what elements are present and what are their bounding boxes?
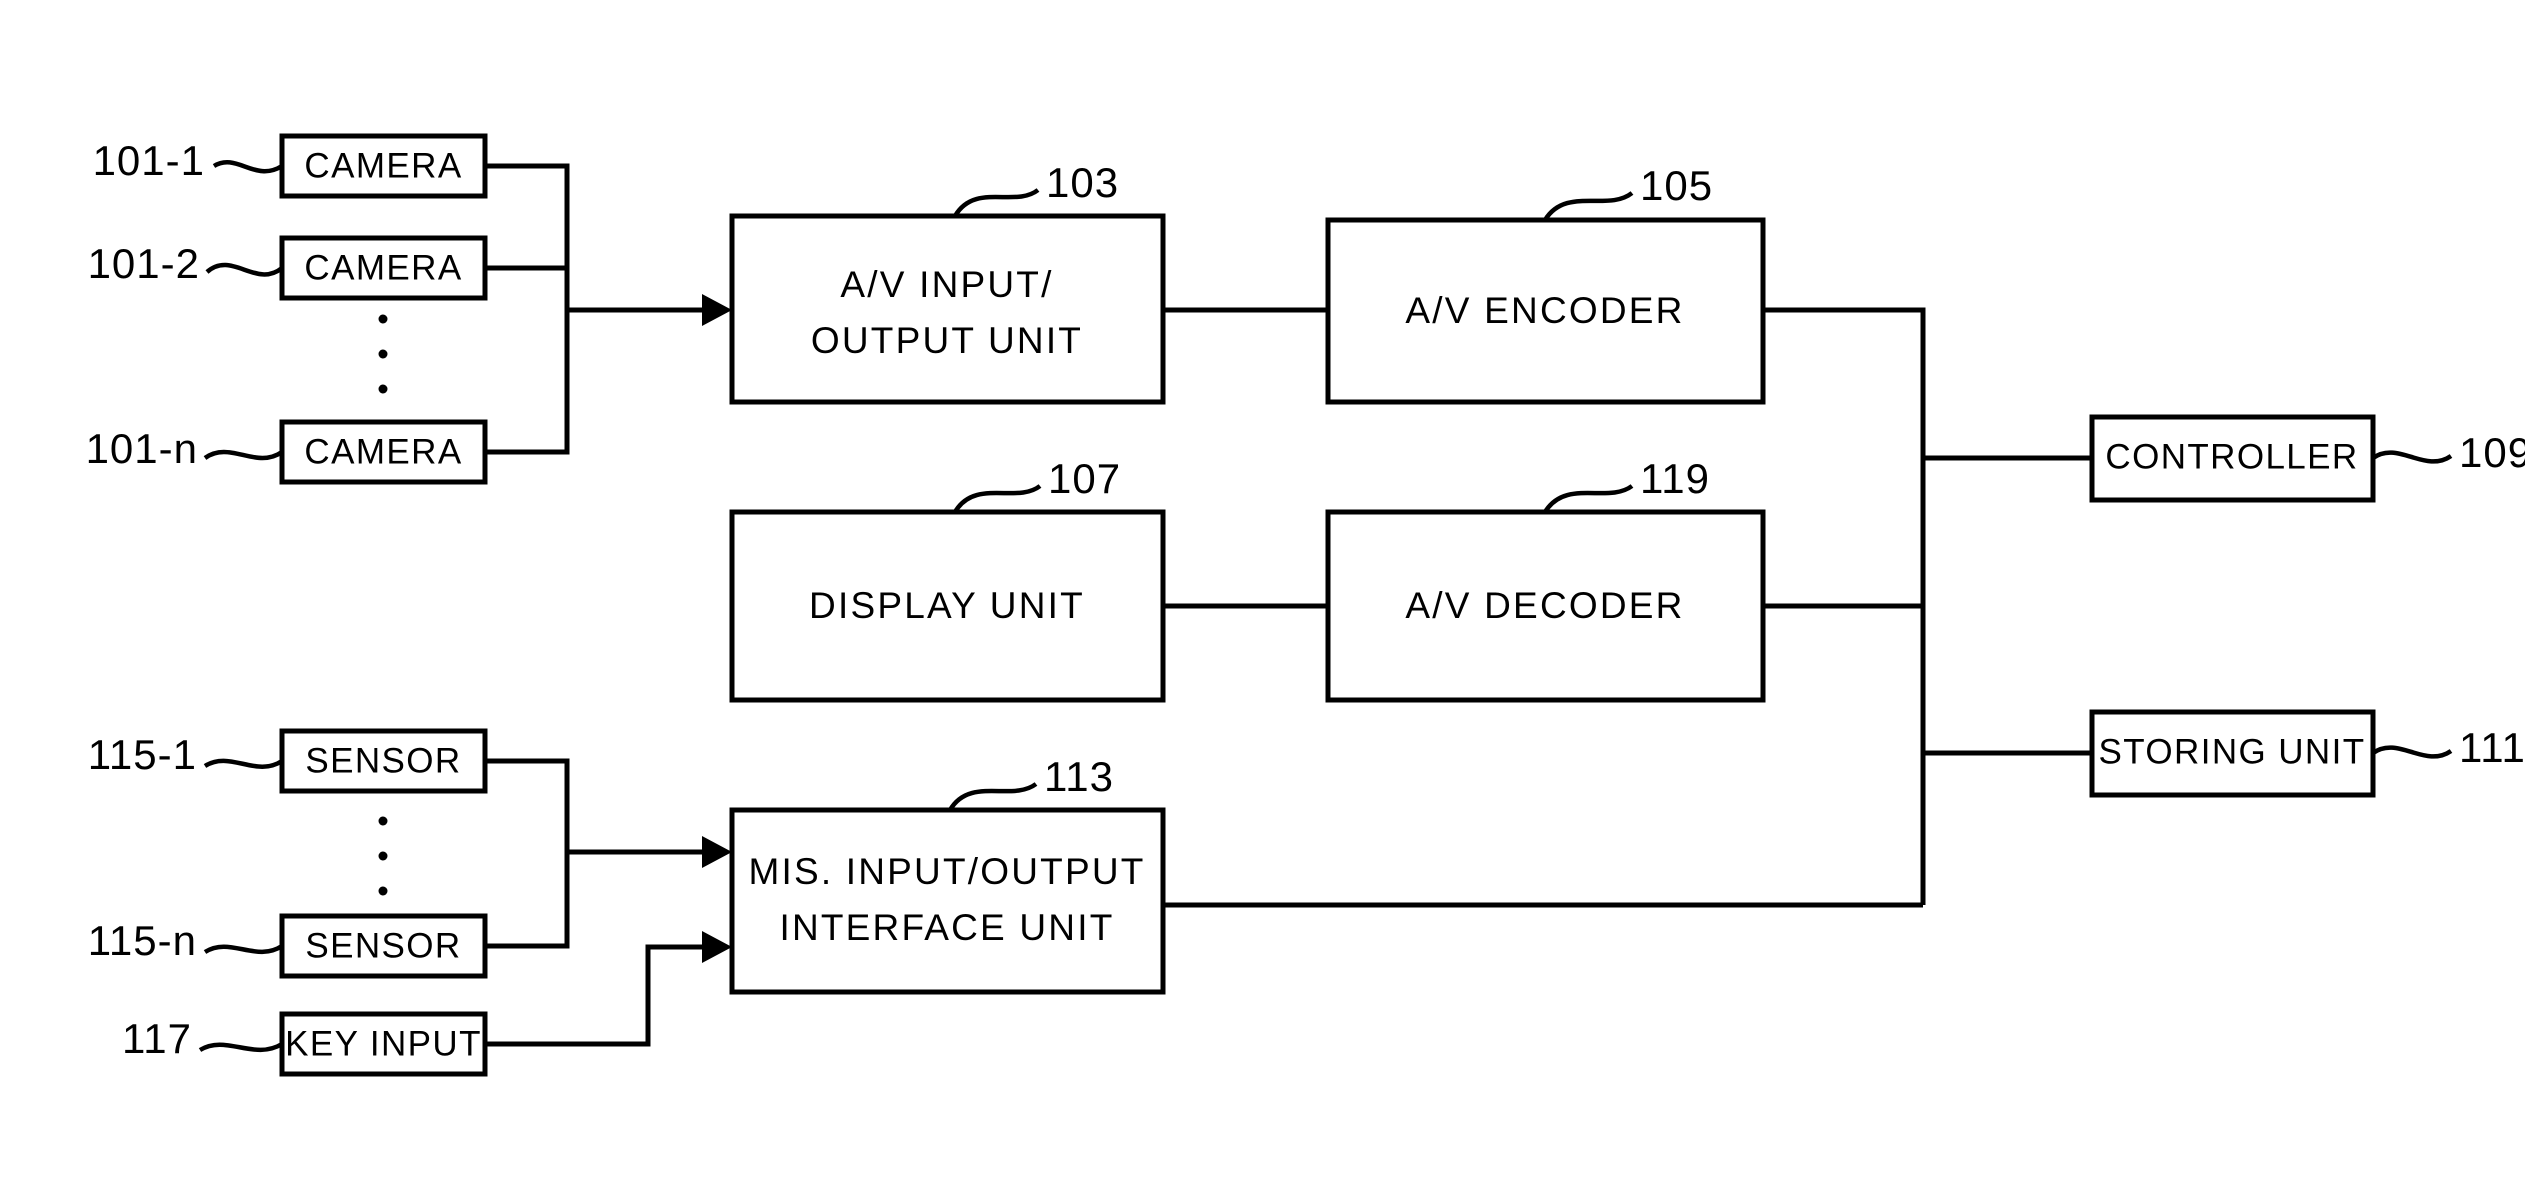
display-unit-label: DISPLAY UNIT xyxy=(809,585,1085,626)
ref-leader-av-encoder: 105 xyxy=(1543,162,1713,222)
camera-n-label: CAMERA xyxy=(304,432,462,471)
ref-leader-key-input: 117 xyxy=(122,1015,284,1062)
ref-number-103: 103 xyxy=(1046,159,1119,206)
block-av-decoder[interactable]: A/V DECODER xyxy=(1325,509,1766,703)
patent-figure-canvas: CAMERA CAMERA CAMERA 101-1 101-2 101-n A… xyxy=(0,0,2525,1186)
camera-vertical-dots xyxy=(378,314,388,394)
arrow-sensors-to-mis xyxy=(702,836,732,868)
ref-number-105: 105 xyxy=(1640,162,1713,209)
ref-leader-av-io: 103 xyxy=(953,159,1119,218)
block-storing-unit[interactable]: STORING UNIT xyxy=(2089,709,2376,798)
block-display-unit[interactable]: DISPLAY UNIT xyxy=(729,509,1166,703)
sensor-bus-wiring xyxy=(485,758,732,1047)
storing-unit-label: STORING UNIT xyxy=(2099,732,2366,771)
ref-leader-storing-unit: 111 xyxy=(2371,724,2525,771)
ref-number-101-1: 101-1 xyxy=(93,137,205,184)
ref-leader-mis-io: 113 xyxy=(948,753,1114,812)
mis-io-label-line1: MIS. INPUT/OUTPUT xyxy=(748,851,1145,892)
ref-number-115-1: 115-1 xyxy=(88,731,197,778)
camera-2-label: CAMERA xyxy=(304,248,462,287)
controller-label: CONTROLLER xyxy=(2105,437,2358,476)
ref-number-109: 109 xyxy=(2459,429,2525,476)
block-av-encoder[interactable]: A/V ENCODER xyxy=(1325,217,1766,405)
block-diagram-svg: CAMERA CAMERA CAMERA 101-1 101-2 101-n A… xyxy=(86,133,2525,1077)
ref-number-101-n: 101-n xyxy=(86,425,198,472)
ref-number-119: 119 xyxy=(1640,455,1710,502)
block-av-input-output-unit[interactable]: A/V INPUT/ OUTPUT UNIT xyxy=(729,213,1166,405)
ref-leader-controller: 109 xyxy=(2371,429,2525,476)
sensor-1-label: SENSOR xyxy=(305,741,461,780)
arrow-key-input-to-mis xyxy=(702,931,732,963)
block-mis-io-interface-unit[interactable]: MIS. INPUT/OUTPUT INTERFACE UNIT xyxy=(729,807,1166,995)
ref-leader-camera-2: 101-2 xyxy=(88,240,284,287)
camera-bus-wiring xyxy=(485,163,732,455)
arrow-cameras-to-av-io xyxy=(702,294,732,326)
ref-number-111: 111 xyxy=(2459,724,2525,771)
ref-number-101-2: 101-2 xyxy=(88,240,200,287)
mis-io-label-line2: INTERFACE UNIT xyxy=(779,907,1114,948)
ref-number-113: 113 xyxy=(1044,753,1114,800)
ref-leader-camera-1: 101-1 xyxy=(93,137,284,184)
ref-leader-av-decoder: 119 xyxy=(1543,455,1710,514)
sensor-vertical-dots xyxy=(378,816,388,896)
av-io-label-line2: OUTPUT UNIT xyxy=(811,320,1083,361)
ref-number-115-n: 115-n xyxy=(88,917,197,964)
block-sensor-1[interactable]: SENSOR xyxy=(279,728,488,794)
block-key-input[interactable]: KEY INPUT xyxy=(279,1011,488,1077)
camera-1-label: CAMERA xyxy=(304,146,462,185)
ref-leader-sensor-1: 115-1 xyxy=(88,731,284,778)
block-camera-n[interactable]: CAMERA xyxy=(279,419,488,485)
ref-number-107: 107 xyxy=(1048,455,1121,502)
av-io-label-line1: A/V INPUT/ xyxy=(840,264,1053,305)
key-input-label: KEY INPUT xyxy=(285,1024,482,1063)
block-sensor-n[interactable]: SENSOR xyxy=(279,913,488,979)
ref-leader-sensor-n: 115-n xyxy=(88,917,284,964)
ref-leader-display-unit: 107 xyxy=(953,455,1121,514)
block-camera-1[interactable]: CAMERA xyxy=(279,133,488,199)
sensor-n-label: SENSOR xyxy=(305,926,461,965)
block-camera-2[interactable]: CAMERA xyxy=(279,235,488,301)
av-decoder-label: A/V DECODER xyxy=(1405,585,1684,626)
block-controller[interactable]: CONTROLLER xyxy=(2089,414,2376,503)
ref-leader-camera-n: 101-n xyxy=(86,425,284,472)
av-encoder-label: A/V ENCODER xyxy=(1405,290,1684,331)
ref-number-117: 117 xyxy=(122,1015,192,1062)
